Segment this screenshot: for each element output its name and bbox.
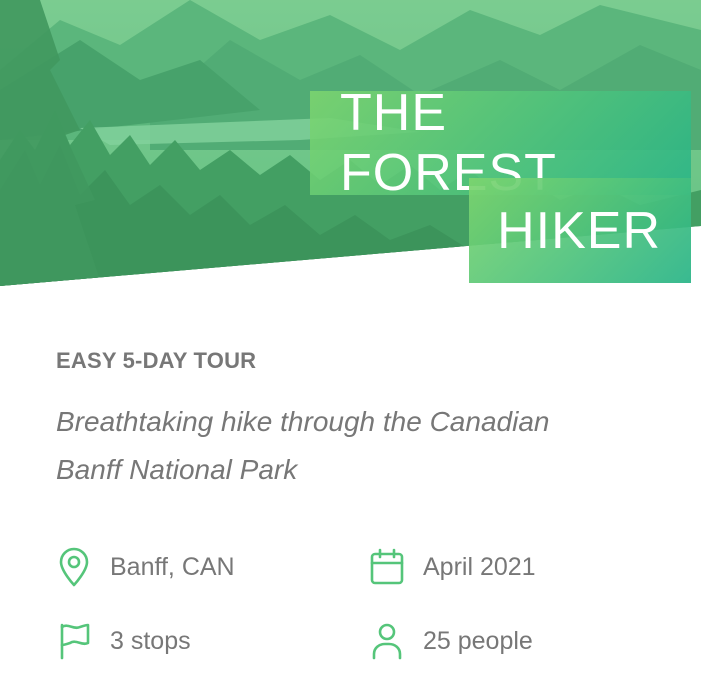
detail-location: Banff, CAN xyxy=(56,547,235,587)
detail-date: April 2021 xyxy=(369,547,536,587)
calendar-icon xyxy=(369,547,405,587)
map-pin-icon xyxy=(56,547,92,587)
people-text: 25 people xyxy=(423,626,533,655)
stops-text: 3 stops xyxy=(110,626,191,655)
tour-title-line-2: HIKER xyxy=(469,178,691,283)
date-text: April 2021 xyxy=(423,552,536,581)
tour-title-text-2: HIKER xyxy=(497,201,661,260)
detail-stops: 3 stops xyxy=(56,621,191,661)
detail-people: 25 people xyxy=(369,621,533,661)
user-icon xyxy=(369,621,405,661)
tour-heading: EASY 5-DAY TOUR xyxy=(56,348,257,373)
tour-description: Breathtaking hike through the Canadian B… xyxy=(56,406,550,485)
tour-card[interactable]: THE FOREST HIKER EASY 5-DAY TOUR Breatht… xyxy=(0,0,701,675)
tour-details: EASY 5-DAY TOUR Breathtaking hike throug… xyxy=(56,348,656,494)
flag-icon xyxy=(56,621,92,661)
location-text: Banff, CAN xyxy=(110,552,235,581)
